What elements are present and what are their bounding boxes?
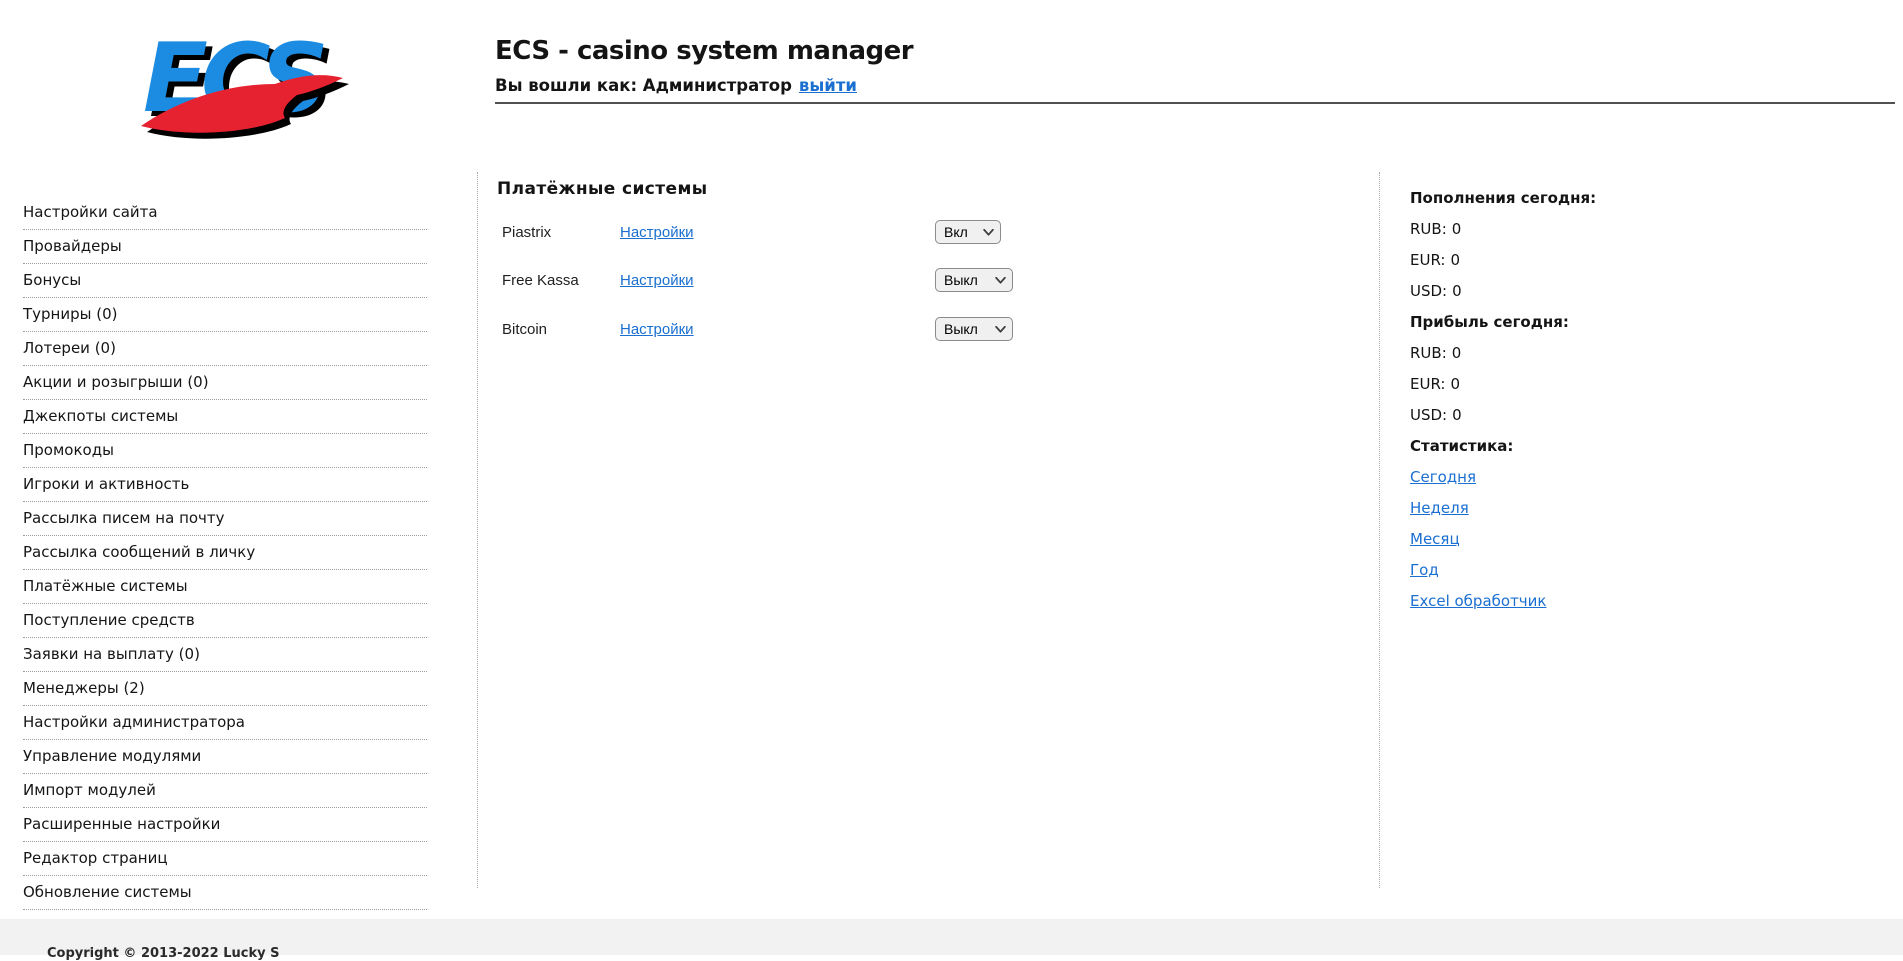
sidebar-item-pm-mailing[interactable]: Рассылка сообщений в личку — [23, 536, 427, 570]
payment-row-piastrix: Piastrix Настройки Вкл — [497, 220, 1077, 247]
page-title: ECS - casino system manager — [495, 36, 914, 66]
payment-state-select-wrap: Выкл — [935, 317, 1013, 341]
footer: Copyright © 2013-2022 Lucky S — [0, 919, 1903, 961]
profit-eur-line: EUR: 0 — [1410, 372, 1740, 403]
statistics-header: Статистика: — [1410, 437, 1514, 455]
sidebar-item-module-import[interactable]: Импорт модулей — [23, 774, 427, 808]
login-status-text: Вы вошли как: Администратор — [495, 76, 792, 95]
sidebar-item-system-update[interactable]: Обновление системы — [23, 876, 427, 910]
login-status: Вы вошли как: Администратор выйти — [495, 76, 857, 95]
sidebar-item-page-editor[interactable]: Редактор страниц — [23, 842, 427, 876]
deposits-today-header: Пополнения сегодня: — [1410, 189, 1597, 207]
profit-usd-line: USD: 0 — [1410, 403, 1740, 434]
content-divider-right — [1379, 172, 1380, 888]
sidebar-item-managers[interactable]: Менеджеры (2) — [23, 672, 427, 706]
payment-row-bitcoin: Bitcoin Настройки Выкл — [497, 317, 1077, 344]
payment-settings-link[interactable]: Настройки — [620, 272, 694, 289]
payment-name: Bitcoin — [502, 321, 548, 338]
sidebar-item-payout-requests[interactable]: Заявки на выплату (0) — [23, 638, 427, 672]
sidebar-item-module-management[interactable]: Управление модулями — [23, 740, 427, 774]
payment-state-select[interactable]: Вкл — [935, 220, 1001, 244]
sidebar-item-incoming-funds[interactable]: Поступление средств — [23, 604, 427, 638]
deposit-eur-line: EUR: 0 — [1410, 248, 1740, 279]
payment-name: Piastrix — [502, 224, 552, 241]
ecs-logo: ECS ECS — [135, 14, 350, 154]
sidebar-item-providers[interactable]: Провайдеры — [23, 230, 427, 264]
content-divider-left — [477, 172, 478, 888]
currency-value: 0 — [1451, 220, 1462, 238]
payment-state-select[interactable]: Выкл — [935, 317, 1013, 341]
stats-line: Неделя — [1410, 496, 1740, 527]
stats-link-year[interactable]: Год — [1410, 561, 1439, 579]
payment-state-select[interactable]: Выкл — [935, 268, 1013, 292]
currency-value: 0 — [1452, 406, 1462, 424]
sidebar-item-bonuses[interactable]: Бонусы — [23, 264, 427, 298]
sidebar-item-players-activity[interactable]: Игроки и активность — [23, 468, 427, 502]
stats-line: Год — [1410, 558, 1740, 589]
deposit-rub-line: RUB: 0 — [1410, 217, 1740, 248]
ecs-logo-image: ECS ECS — [141, 24, 349, 139]
section-title: Платёжные системы — [497, 179, 708, 199]
currency-value: 0 — [1450, 251, 1461, 269]
stats-link-week[interactable]: Неделя — [1410, 499, 1469, 517]
stats-line: Excel обработчик — [1410, 589, 1740, 620]
sidebar-item-promotions[interactable]: Акции и розыгрыши (0) — [23, 366, 427, 400]
currency-label: RUB: — [1410, 220, 1447, 238]
currency-value: 0 — [1451, 344, 1462, 362]
payment-row-freekassa: Free Kassa Настройки Выкл — [497, 268, 1077, 295]
payment-name: Free Kassa — [502, 272, 579, 289]
sidebar-item-admin-settings[interactable]: Настройки администратора — [23, 706, 427, 740]
currency-value: 0 — [1452, 282, 1462, 300]
stats-link-month[interactable]: Месяц — [1410, 530, 1460, 548]
sidebar-item-advanced-settings[interactable]: Расширенные настройки — [23, 808, 427, 842]
stats-panel: Пополнения сегодня: RUB: 0 EUR: 0 USD: 0 Пр… — [1410, 186, 1740, 620]
stats-line: Месяц — [1410, 527, 1740, 558]
header-divider — [495, 102, 1895, 104]
profit-rub-line: RUB: 0 — [1410, 341, 1740, 372]
currency-label: USD: — [1410, 406, 1448, 424]
payment-settings-link[interactable]: Настройки — [620, 321, 694, 338]
stats-line: Сегодня — [1410, 465, 1740, 496]
currency-label: EUR: — [1410, 251, 1446, 269]
profit-today-header: Прибыль сегодня: — [1410, 313, 1569, 331]
deposit-usd-line: USD: 0 — [1410, 279, 1740, 310]
sidebar-item-site-settings[interactable]: Настройки сайта — [23, 196, 427, 230]
currency-label: USD: — [1410, 282, 1448, 300]
sidebar-item-payment-systems[interactable]: Платёжные системы — [23, 570, 427, 604]
payment-state-select-wrap: Вкл — [935, 220, 1001, 244]
sidebar-item-email-mailing[interactable]: Рассылка писем на почту — [23, 502, 427, 536]
currency-label: EUR: — [1410, 375, 1446, 393]
stats-link-today[interactable]: Сегодня — [1410, 468, 1476, 486]
logout-link[interactable]: выйти — [799, 76, 857, 95]
sidebar-item-tournaments[interactable]: Турниры (0) — [23, 298, 427, 332]
currency-value: 0 — [1450, 375, 1461, 393]
sidebar-item-promocodes[interactable]: Промокоды — [23, 434, 427, 468]
sidebar-item-jackpots[interactable]: Джекпоты системы — [23, 400, 427, 434]
stats-link-excel[interactable]: Excel обработчик — [1410, 592, 1546, 610]
sidebar-item-lotteries[interactable]: Лотереи (0) — [23, 332, 427, 366]
payment-state-select-wrap: Выкл — [935, 268, 1013, 292]
sidebar-nav: Настройки сайта Провайдеры Бонусы Турнир… — [23, 196, 427, 910]
copyright-text: Copyright © 2013-2022 Lucky S — [47, 946, 280, 961]
currency-label: RUB: — [1410, 344, 1447, 362]
payment-settings-link[interactable]: Настройки — [620, 224, 694, 241]
